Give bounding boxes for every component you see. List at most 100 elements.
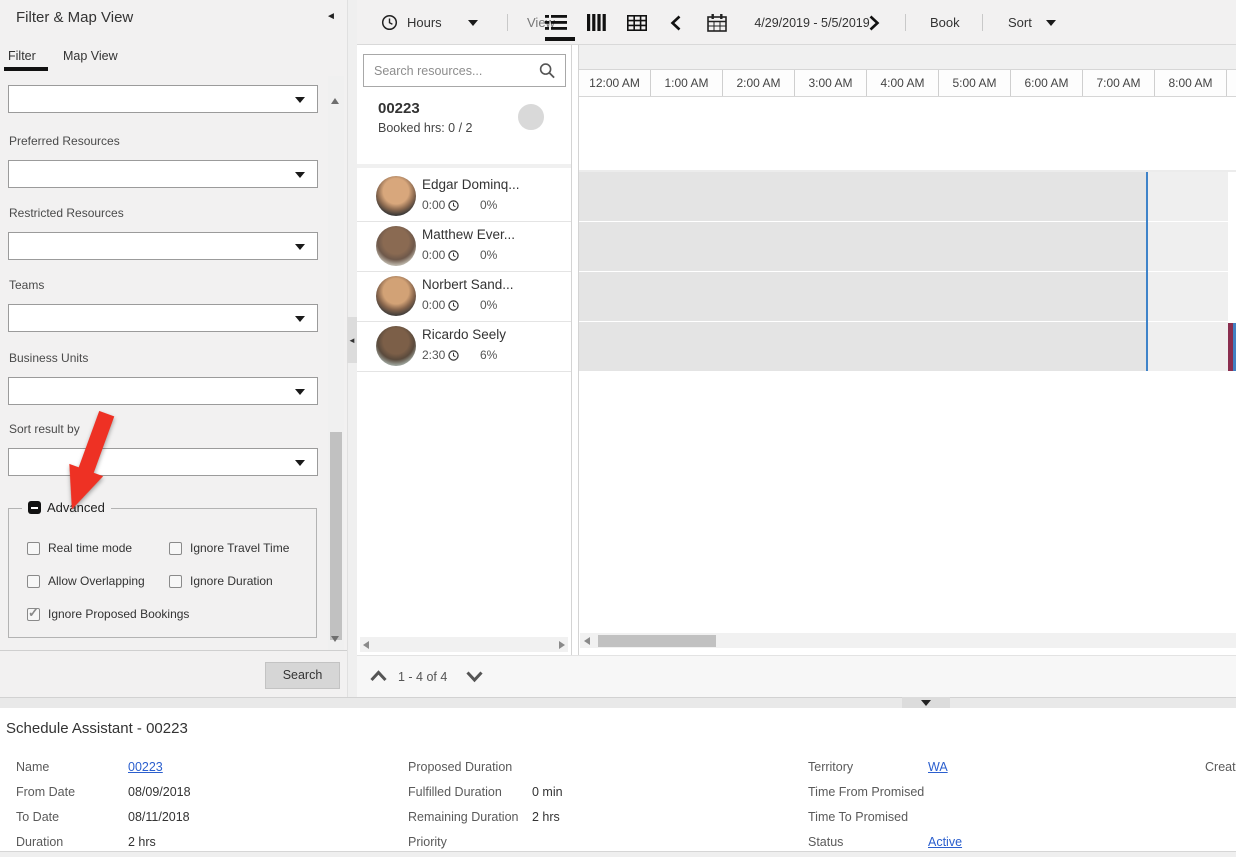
checkbox-icon[interactable]: ✓ <box>27 608 40 621</box>
restricted-resources-dropdown[interactable] <box>8 232 318 260</box>
resource-row-matthew[interactable]: Matthew Ever... 0:00 0% <box>357 222 571 272</box>
scroll-left-icon[interactable] <box>363 641 369 649</box>
field-value: 2 hrs <box>532 810 560 824</box>
avatar <box>376 176 416 216</box>
checkbox-allow-overlapping[interactable]: ✓ Allow Overlapping <box>27 574 145 588</box>
search-icon[interactable] <box>539 62 556 80</box>
hour-tick: 4:00 AM <box>867 70 939 96</box>
preferred-resources-label: Preferred Resources <box>9 134 120 148</box>
field-label: Time To Promised <box>808 810 928 824</box>
filter-map-panel: Filter & Map View ◄ Filter Map View Pref… <box>0 0 347 700</box>
resource-row-edgar[interactable]: Edgar Dominq... 0:00 0% <box>357 172 571 222</box>
view-grid-button[interactable] <box>627 0 647 45</box>
field-label: Status <box>808 835 928 849</box>
scroll-up-icon[interactable] <box>331 81 339 99</box>
scroll-right-icon[interactable] <box>559 641 565 649</box>
preferred-resources-dropdown[interactable] <box>8 160 318 188</box>
advanced-legend[interactable]: Advanced <box>22 500 111 515</box>
resource-row-ricardo[interactable]: Ricardo Seely 2:30 6% <box>357 322 571 372</box>
left-panel-scrollbar-thumb[interactable] <box>330 432 342 640</box>
field-value: 2 hrs <box>128 835 156 849</box>
clipped-row-strip <box>0 851 1236 857</box>
calendar-button[interactable] <box>707 0 727 45</box>
tab-filter[interactable]: Filter <box>8 49 36 63</box>
scroll-left-icon[interactable] <box>584 637 590 645</box>
requirement-timeline-row[interactable] <box>579 97 1236 172</box>
checkbox-real-time-mode[interactable]: ✓ Real time mode <box>27 541 132 555</box>
hours-scale-button[interactable]: Hours <box>381 0 478 45</box>
booking-block-partial[interactable] <box>1228 323 1236 371</box>
timeline-hscrollbar-thumb[interactable] <box>598 635 716 647</box>
previous-date-button[interactable] <box>669 0 682 45</box>
checkbox-icon[interactable]: ✓ <box>169 542 182 555</box>
field-label: Remaining Duration <box>408 810 532 824</box>
timeline-hscrollbar[interactable] <box>580 633 1236 648</box>
booked-hours-donut <box>518 104 544 130</box>
tab-map-view[interactable]: Map View <box>63 49 118 63</box>
requirement-card-00223[interactable]: 00223 Booked hrs: 0 / 2 <box>357 91 571 168</box>
timeline-row-norbert[interactable] <box>579 272 1228 322</box>
hour-tick: 2:00 AM <box>723 70 795 96</box>
field-label: To Date <box>16 810 128 824</box>
business-units-dropdown[interactable] <box>8 377 318 405</box>
collapse-minus-icon[interactable] <box>28 501 41 514</box>
timeline-hours-header: 12:00 AM 1:00 AM 2:00 AM 3:00 AM 4:00 AM… <box>579 70 1236 97</box>
resource-row-norbert[interactable]: Norbert Sand... 0:00 0% <box>357 272 571 322</box>
search-button[interactable]: Search <box>265 662 340 689</box>
chevron-up-icon <box>369 669 388 683</box>
timeline-row-matthew[interactable] <box>579 222 1228 272</box>
panel-collapse-handle[interactable]: ◄ <box>347 317 357 363</box>
timeline-row-edgar[interactable] <box>579 172 1228 222</box>
territory-link[interactable]: WA <box>928 760 948 774</box>
business-units-label: Business Units <box>9 351 88 365</box>
avatar <box>376 276 416 316</box>
timeline-row-ricardo[interactable] <box>579 322 1228 372</box>
sort-button[interactable]: Sort <box>1008 0 1056 45</box>
resource-search-input[interactable] <box>364 64 539 78</box>
sort-result-by-dropdown[interactable] <box>8 448 318 476</box>
active-tab-underline <box>4 67 48 71</box>
field-value: 0 min <box>532 785 563 799</box>
sort-result-by-label: Sort result by <box>9 422 80 436</box>
teams-dropdown[interactable] <box>8 304 318 332</box>
current-time-line <box>1146 172 1148 371</box>
details-panel-divider <box>0 697 1236 708</box>
page-up-button[interactable] <box>369 669 388 683</box>
book-button[interactable]: Book <box>930 0 960 45</box>
checkbox-icon[interactable]: ✓ <box>27 575 40 588</box>
schedule-timeline-panel: 12:00 AM 1:00 AM 2:00 AM 3:00 AM 4:00 AM… <box>578 45 1236 655</box>
details-collapse-handle[interactable] <box>902 697 950 708</box>
resource-pagination-bar: 1 - 4 of 4 <box>357 655 1236 697</box>
page-down-button[interactable] <box>465 669 484 683</box>
checkbox-ignore-proposed-bookings[interactable]: ✓ Ignore Proposed Bookings <box>27 607 189 621</box>
hours-label: Hours <box>407 15 442 30</box>
chevron-down-icon <box>468 20 478 26</box>
checkbox-ignore-duration[interactable]: ✓ Ignore Duration <box>169 574 273 588</box>
field-label: From Date <box>16 785 128 799</box>
resource-list-hscrollbar[interactable] <box>360 637 568 652</box>
hour-tick: 12:00 AM <box>579 70 651 96</box>
name-link[interactable]: 00223 <box>128 760 163 774</box>
collapse-left-panel-icon[interactable]: ◄ <box>326 11 336 22</box>
clock-icon <box>448 300 459 311</box>
hour-tick: 7:00 AM <box>1083 70 1155 96</box>
next-date-button[interactable] <box>868 0 881 45</box>
date-range-label[interactable]: 4/29/2019 - 5/5/2019 <box>742 0 882 45</box>
checkbox-icon[interactable]: ✓ <box>27 542 40 555</box>
toolbar-separator <box>507 14 508 31</box>
checkbox-ignore-travel-time[interactable]: ✓ Ignore Travel Time <box>169 541 289 555</box>
field-label: Time From Promised <box>808 785 928 799</box>
filter-dropdown-0[interactable] <box>8 85 318 113</box>
field-value: 08/11/2018 <box>128 810 190 824</box>
timeline-day-header <box>579 45 1236 70</box>
view-columns-button[interactable] <box>587 0 606 45</box>
list-view-icon <box>545 14 567 31</box>
status-link[interactable]: Active <box>928 835 962 849</box>
avatar <box>376 326 416 366</box>
chevron-down-icon <box>295 97 305 103</box>
teams-label: Teams <box>9 278 44 292</box>
chevron-left-icon <box>669 15 682 31</box>
checkbox-icon[interactable]: ✓ <box>169 575 182 588</box>
advanced-legend-label: Advanced <box>47 500 105 515</box>
column-view-icon <box>587 14 606 31</box>
